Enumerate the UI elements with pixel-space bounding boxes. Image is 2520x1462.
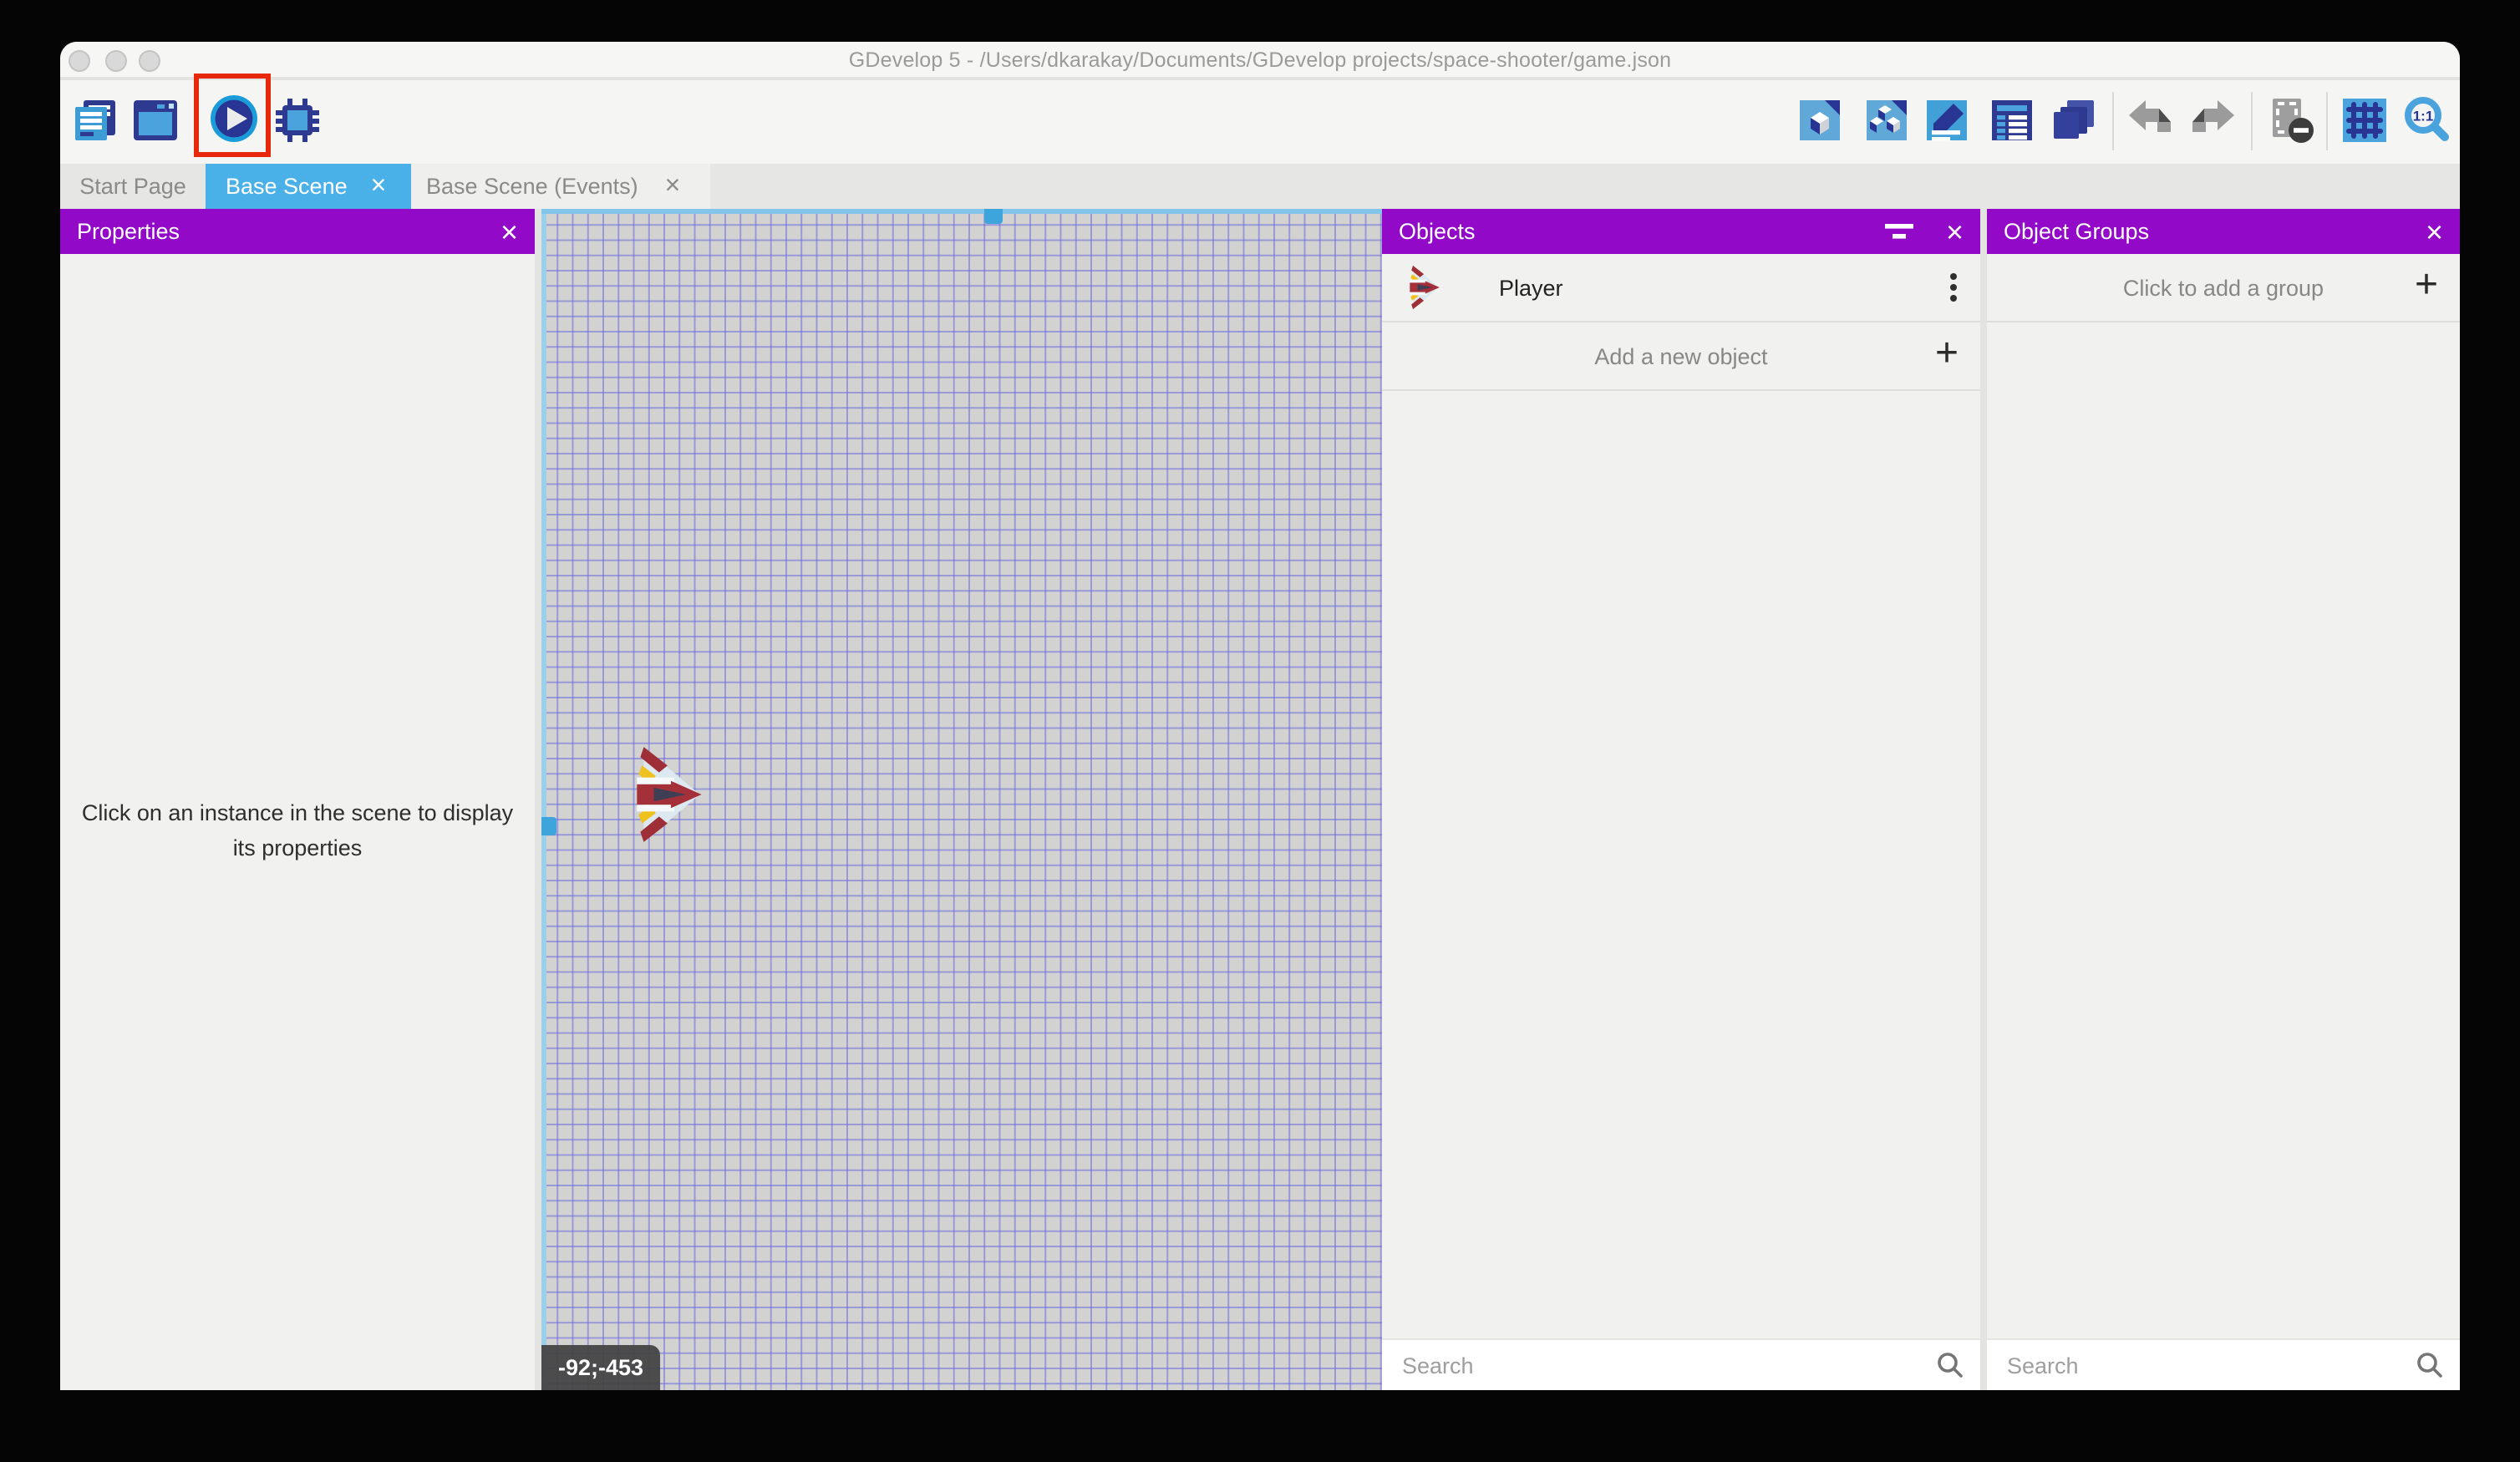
panel-title: Properties (77, 219, 180, 244)
properties-empty-message: Click on an instance in the scene to dis… (69, 797, 526, 867)
redo-icon[interactable] (2187, 95, 2238, 145)
close-panel-icon[interactable]: × (500, 216, 518, 246)
layers-editor-icon[interactable] (2049, 95, 2099, 145)
close-tab-icon[interactable]: × (371, 173, 387, 200)
object-row-player[interactable]: Player (1382, 254, 1980, 322)
play-icon[interactable] (209, 94, 259, 144)
objects-search-bar (1382, 1338, 1980, 1390)
scene-window-icon[interactable] (130, 95, 180, 145)
game-window-top-border (541, 209, 1382, 214)
filter-icon[interactable] (1886, 221, 1916, 241)
grid-icon[interactable] (2340, 95, 2390, 145)
properties-panel: Properties × Click on an instance in the… (60, 209, 535, 1390)
add-new-object-row[interactable]: Add a new object + (1382, 322, 1980, 391)
groups-search-input[interactable] (2007, 1340, 2406, 1390)
tab-bar: Start Page Base Scene × Base Scene (Even… (60, 164, 2460, 209)
toolbar-separator (2326, 92, 2328, 150)
add-group-label: Click to add a group (2123, 275, 2324, 300)
game-window-left-border (541, 209, 546, 1390)
desktop: GDevelop 5 - /Users/dkarakay/Documents/G… (0, 0, 2520, 1462)
add-object-label: Add a new object (1594, 343, 1767, 368)
search-icon (2416, 1352, 2443, 1387)
add-group-row[interactable]: Click to add a group + (1987, 254, 2460, 322)
zoom-1-1-icon[interactable]: 1:1 (2401, 95, 2451, 145)
object-groups-panel: Object Groups × Click to add a group + (1987, 209, 2460, 1390)
tab-label: Base Scene (Events) (426, 174, 638, 199)
objects-panel-header: Objects × (1382, 209, 1980, 254)
player-ship-instance[interactable] (637, 744, 705, 845)
window-title: GDevelop 5 - /Users/dkarakay/Documents/G… (60, 42, 2460, 79)
objects-panel: Objects × (1382, 209, 1980, 1390)
toolbar-separator (2251, 92, 2253, 150)
project-manager-icon[interactable] (70, 95, 120, 145)
window-mask-icon[interactable] (2266, 95, 2316, 145)
window-border-handle-top[interactable] (984, 209, 1003, 224)
close-tab-icon[interactable]: × (665, 173, 681, 200)
add-object-plus-icon[interactable]: + (1935, 331, 1959, 378)
undo-icon[interactable] (2126, 95, 2176, 145)
object-menu-dots-icon[interactable] (1950, 272, 1957, 302)
object-name: Player (1499, 275, 1563, 300)
player-ship-thumbnail-icon (1409, 264, 1442, 311)
groups-search-bar (1987, 1338, 2460, 1390)
tab-label: Base Scene (226, 174, 348, 199)
instances-list-icon[interactable] (1987, 95, 2037, 145)
tab-start-page[interactable]: Start Page (60, 164, 206, 209)
tab-label: Start Page (79, 174, 186, 199)
object-groups-editor-icon[interactable] (1862, 95, 1912, 145)
objects-editor-icon[interactable] (1795, 95, 1845, 145)
cursor-coordinates-badge: -92;-453 (541, 1345, 660, 1390)
object-groups-panel-header: Object Groups × (1987, 209, 2460, 254)
toolbar-separator (2112, 92, 2114, 150)
close-panel-icon[interactable]: × (2426, 216, 2443, 246)
panel-title: Object Groups (2004, 219, 2149, 244)
add-group-plus-icon[interactable]: + (2415, 262, 2438, 309)
tab-base-scene[interactable]: Base Scene × (206, 164, 411, 209)
window-border-handle-left[interactable] (541, 817, 556, 835)
main-toolbar (60, 80, 2460, 164)
panel-title: Objects (1399, 219, 1476, 244)
scene-editor-canvas[interactable]: -92;-453 (541, 209, 1382, 1390)
properties-editor-icon[interactable] (1922, 95, 1972, 145)
objects-search-input[interactable] (1402, 1340, 1927, 1390)
close-panel-icon[interactable]: × (1946, 216, 1964, 246)
title-bar: GDevelop 5 - /Users/dkarakay/Documents/G… (60, 42, 2460, 79)
tab-base-scene-events[interactable]: Base Scene (Events) × (411, 164, 710, 209)
properties-panel-header: Properties × (60, 209, 535, 254)
svg-text:1:1: 1:1 (2413, 108, 2434, 124)
debug-icon[interactable] (272, 95, 323, 145)
search-icon (1937, 1352, 1964, 1387)
gdevelop-window: GDevelop 5 - /Users/dkarakay/Documents/G… (60, 42, 2460, 1390)
